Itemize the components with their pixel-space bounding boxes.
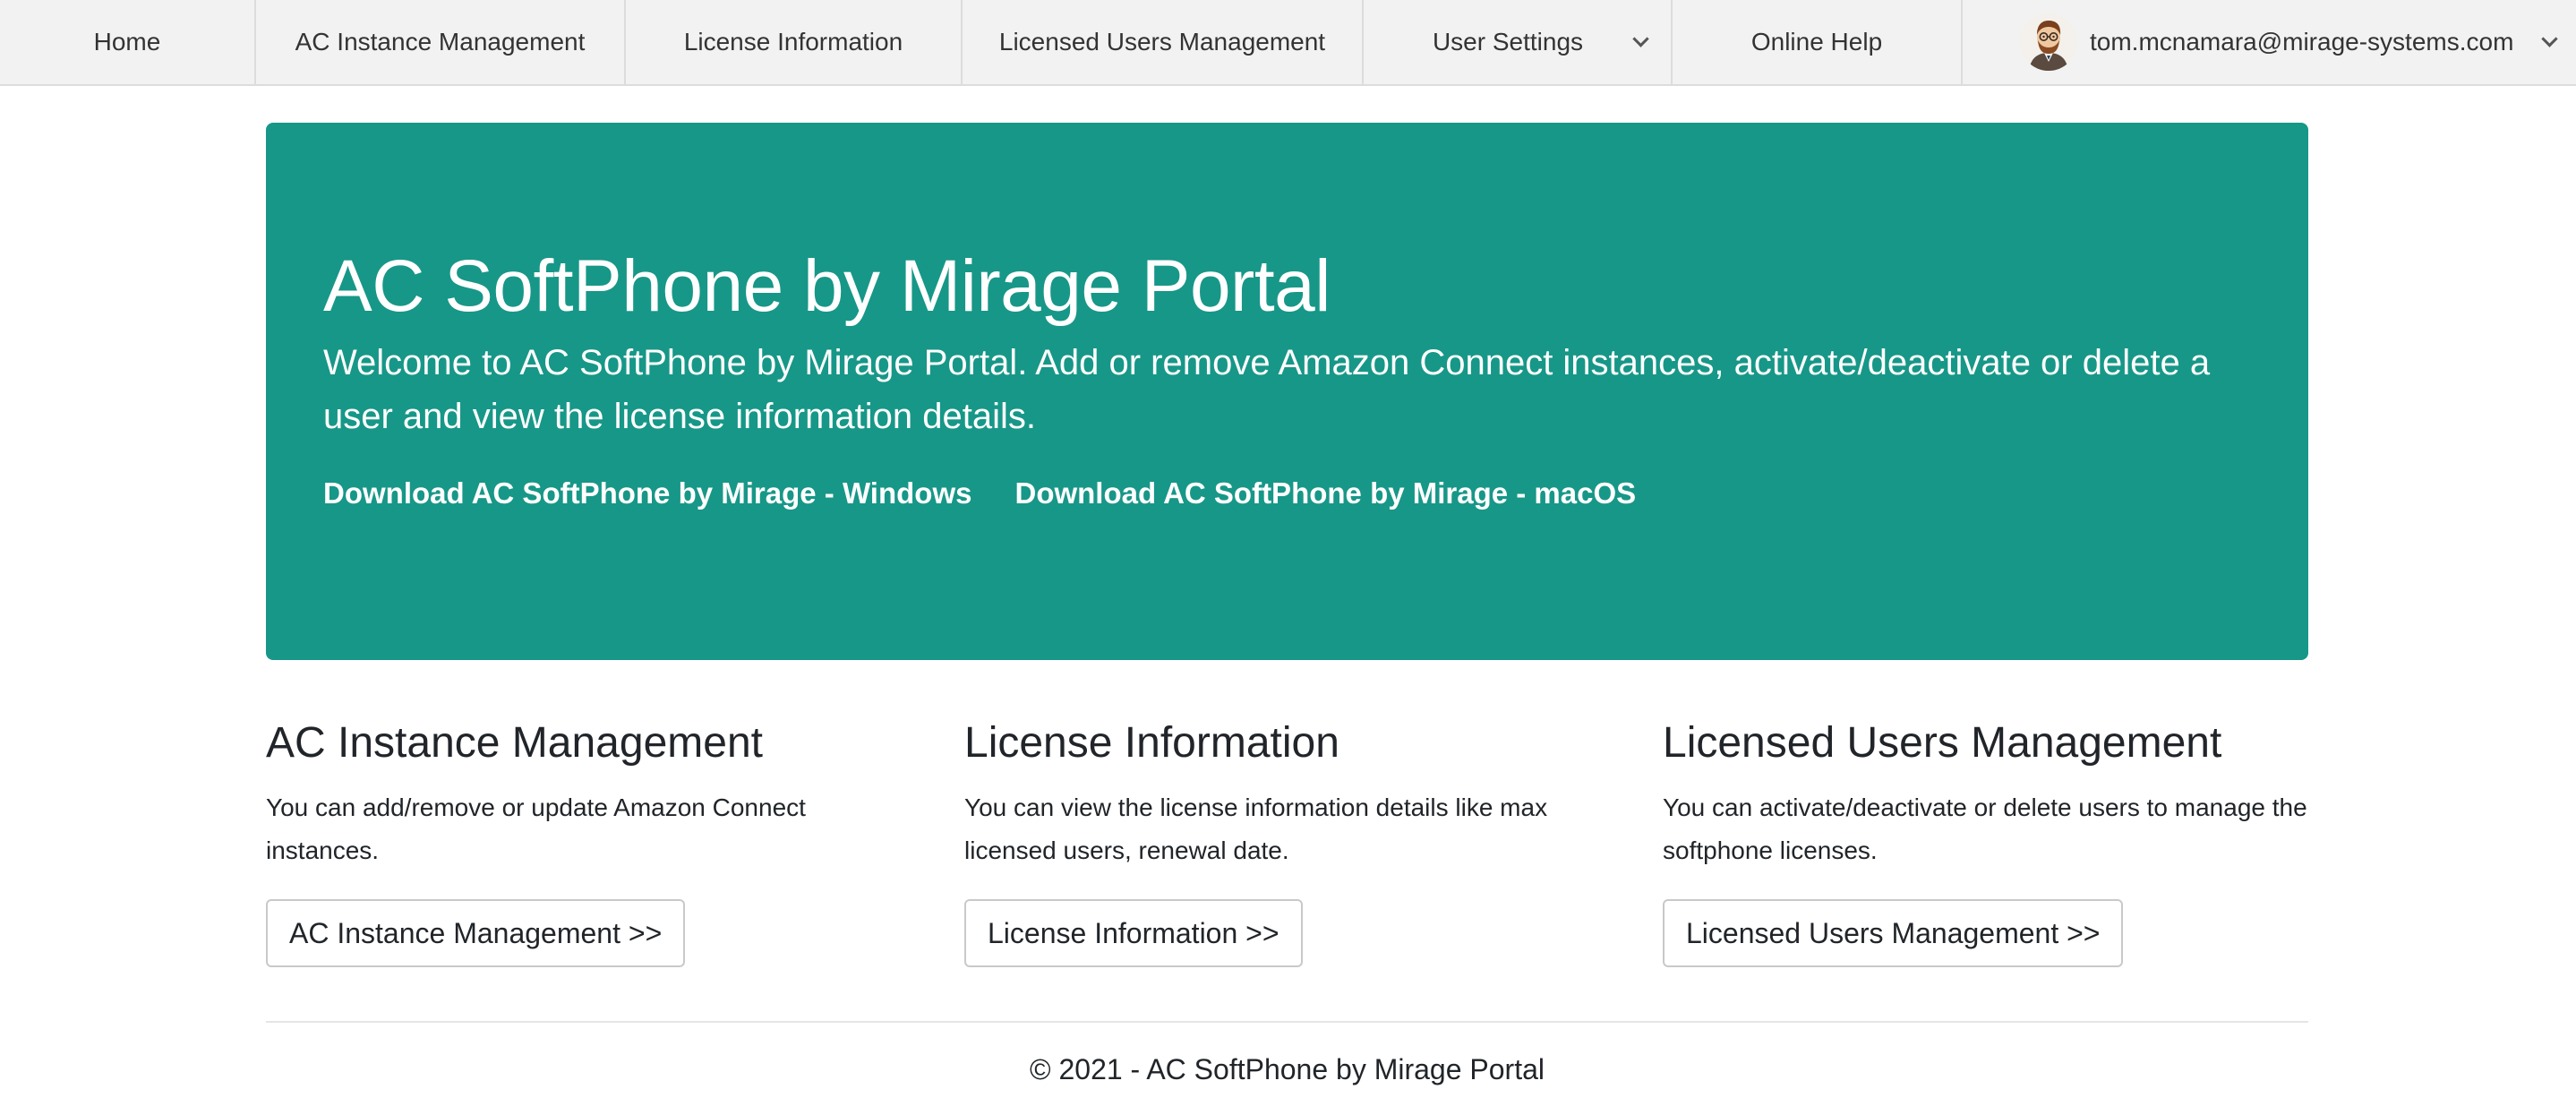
card-title: AC Instance Management xyxy=(266,719,763,767)
user-account-dropdown[interactable]: tom.mcnamara@mirage-systems.com xyxy=(1963,0,2576,84)
nav-item-license-information[interactable]: License Information xyxy=(626,0,963,84)
nav-item-licensed-users-management-label: Licensed Users Management xyxy=(998,28,1326,56)
download-macos-link[interactable]: Download AC SoftPhone by Mirage - macOS xyxy=(1014,476,1636,510)
nav-item-user-settings-label: User Settings xyxy=(1432,28,1584,56)
ac-instance-management-button[interactable]: AC Instance Management >> xyxy=(266,899,686,967)
nav-item-licensed-users-management[interactable]: Licensed Users Management xyxy=(963,0,1364,84)
card-description: You can activate/deactivate or delete us… xyxy=(1663,793,2307,864)
hero-banner: AC SoftPhone by Mirage Portal Welcome to… xyxy=(266,123,2308,660)
nav-item-ac-instance-management[interactable]: AC Instance Management xyxy=(256,0,626,84)
license-information-button[interactable]: License Information >> xyxy=(964,899,1303,967)
user-avatar-icon xyxy=(2020,13,2077,71)
nav-item-online-help-label: Online Help xyxy=(1750,28,1883,56)
card-licensed-users-management: Licensed Users Management You can activa… xyxy=(1663,716,2325,967)
footer: © 2021 - AC SoftPhone by Mirage Portal xyxy=(266,1053,2308,1086)
card-ac-instance-management: AC Instance Management You can add/remov… xyxy=(266,716,929,967)
nav-item-ac-instance-management-label: AC Instance Management xyxy=(295,28,586,56)
avatar xyxy=(2020,13,2077,71)
copyright-text: © 2021 - AC SoftPhone by Mirage Portal xyxy=(1030,1053,1545,1085)
card-title: Licensed Users Management xyxy=(1663,719,2222,767)
footer-divider xyxy=(266,1021,2308,1023)
nav-item-online-help[interactable]: Online Help xyxy=(1673,0,1963,84)
chevron-down-icon xyxy=(2541,30,2559,47)
nav-item-user-settings-dropdown[interactable]: User Settings xyxy=(1364,0,1673,84)
card-description: You can view the license information det… xyxy=(964,793,1548,864)
top-navigation: Home AC Instance Management License Info… xyxy=(0,0,2576,86)
user-email: tom.mcnamara@mirage-systems.com xyxy=(2090,28,2514,56)
page-title: AC SoftPhone by Mirage Portal xyxy=(323,245,1331,327)
card-description: You can add/remove or update Amazon Conn… xyxy=(266,793,806,864)
licensed-users-management-button[interactable]: Licensed Users Management >> xyxy=(1663,899,2124,967)
card-license-information: License Information You can view the lic… xyxy=(964,716,1627,967)
welcome-text: Welcome to AC SoftPhone by Mirage Portal… xyxy=(323,343,2211,436)
card-title: License Information xyxy=(964,719,1339,767)
nav-item-license-information-label: License Information xyxy=(683,28,903,56)
chevron-down-icon xyxy=(1632,30,1649,47)
nav-item-home[interactable]: Home xyxy=(0,0,256,84)
nav-item-home-label: Home xyxy=(93,28,161,56)
download-windows-link[interactable]: Download AC SoftPhone by Mirage - Window… xyxy=(323,476,971,510)
download-links: Download AC SoftPhone by Mirage - Window… xyxy=(323,476,1636,510)
